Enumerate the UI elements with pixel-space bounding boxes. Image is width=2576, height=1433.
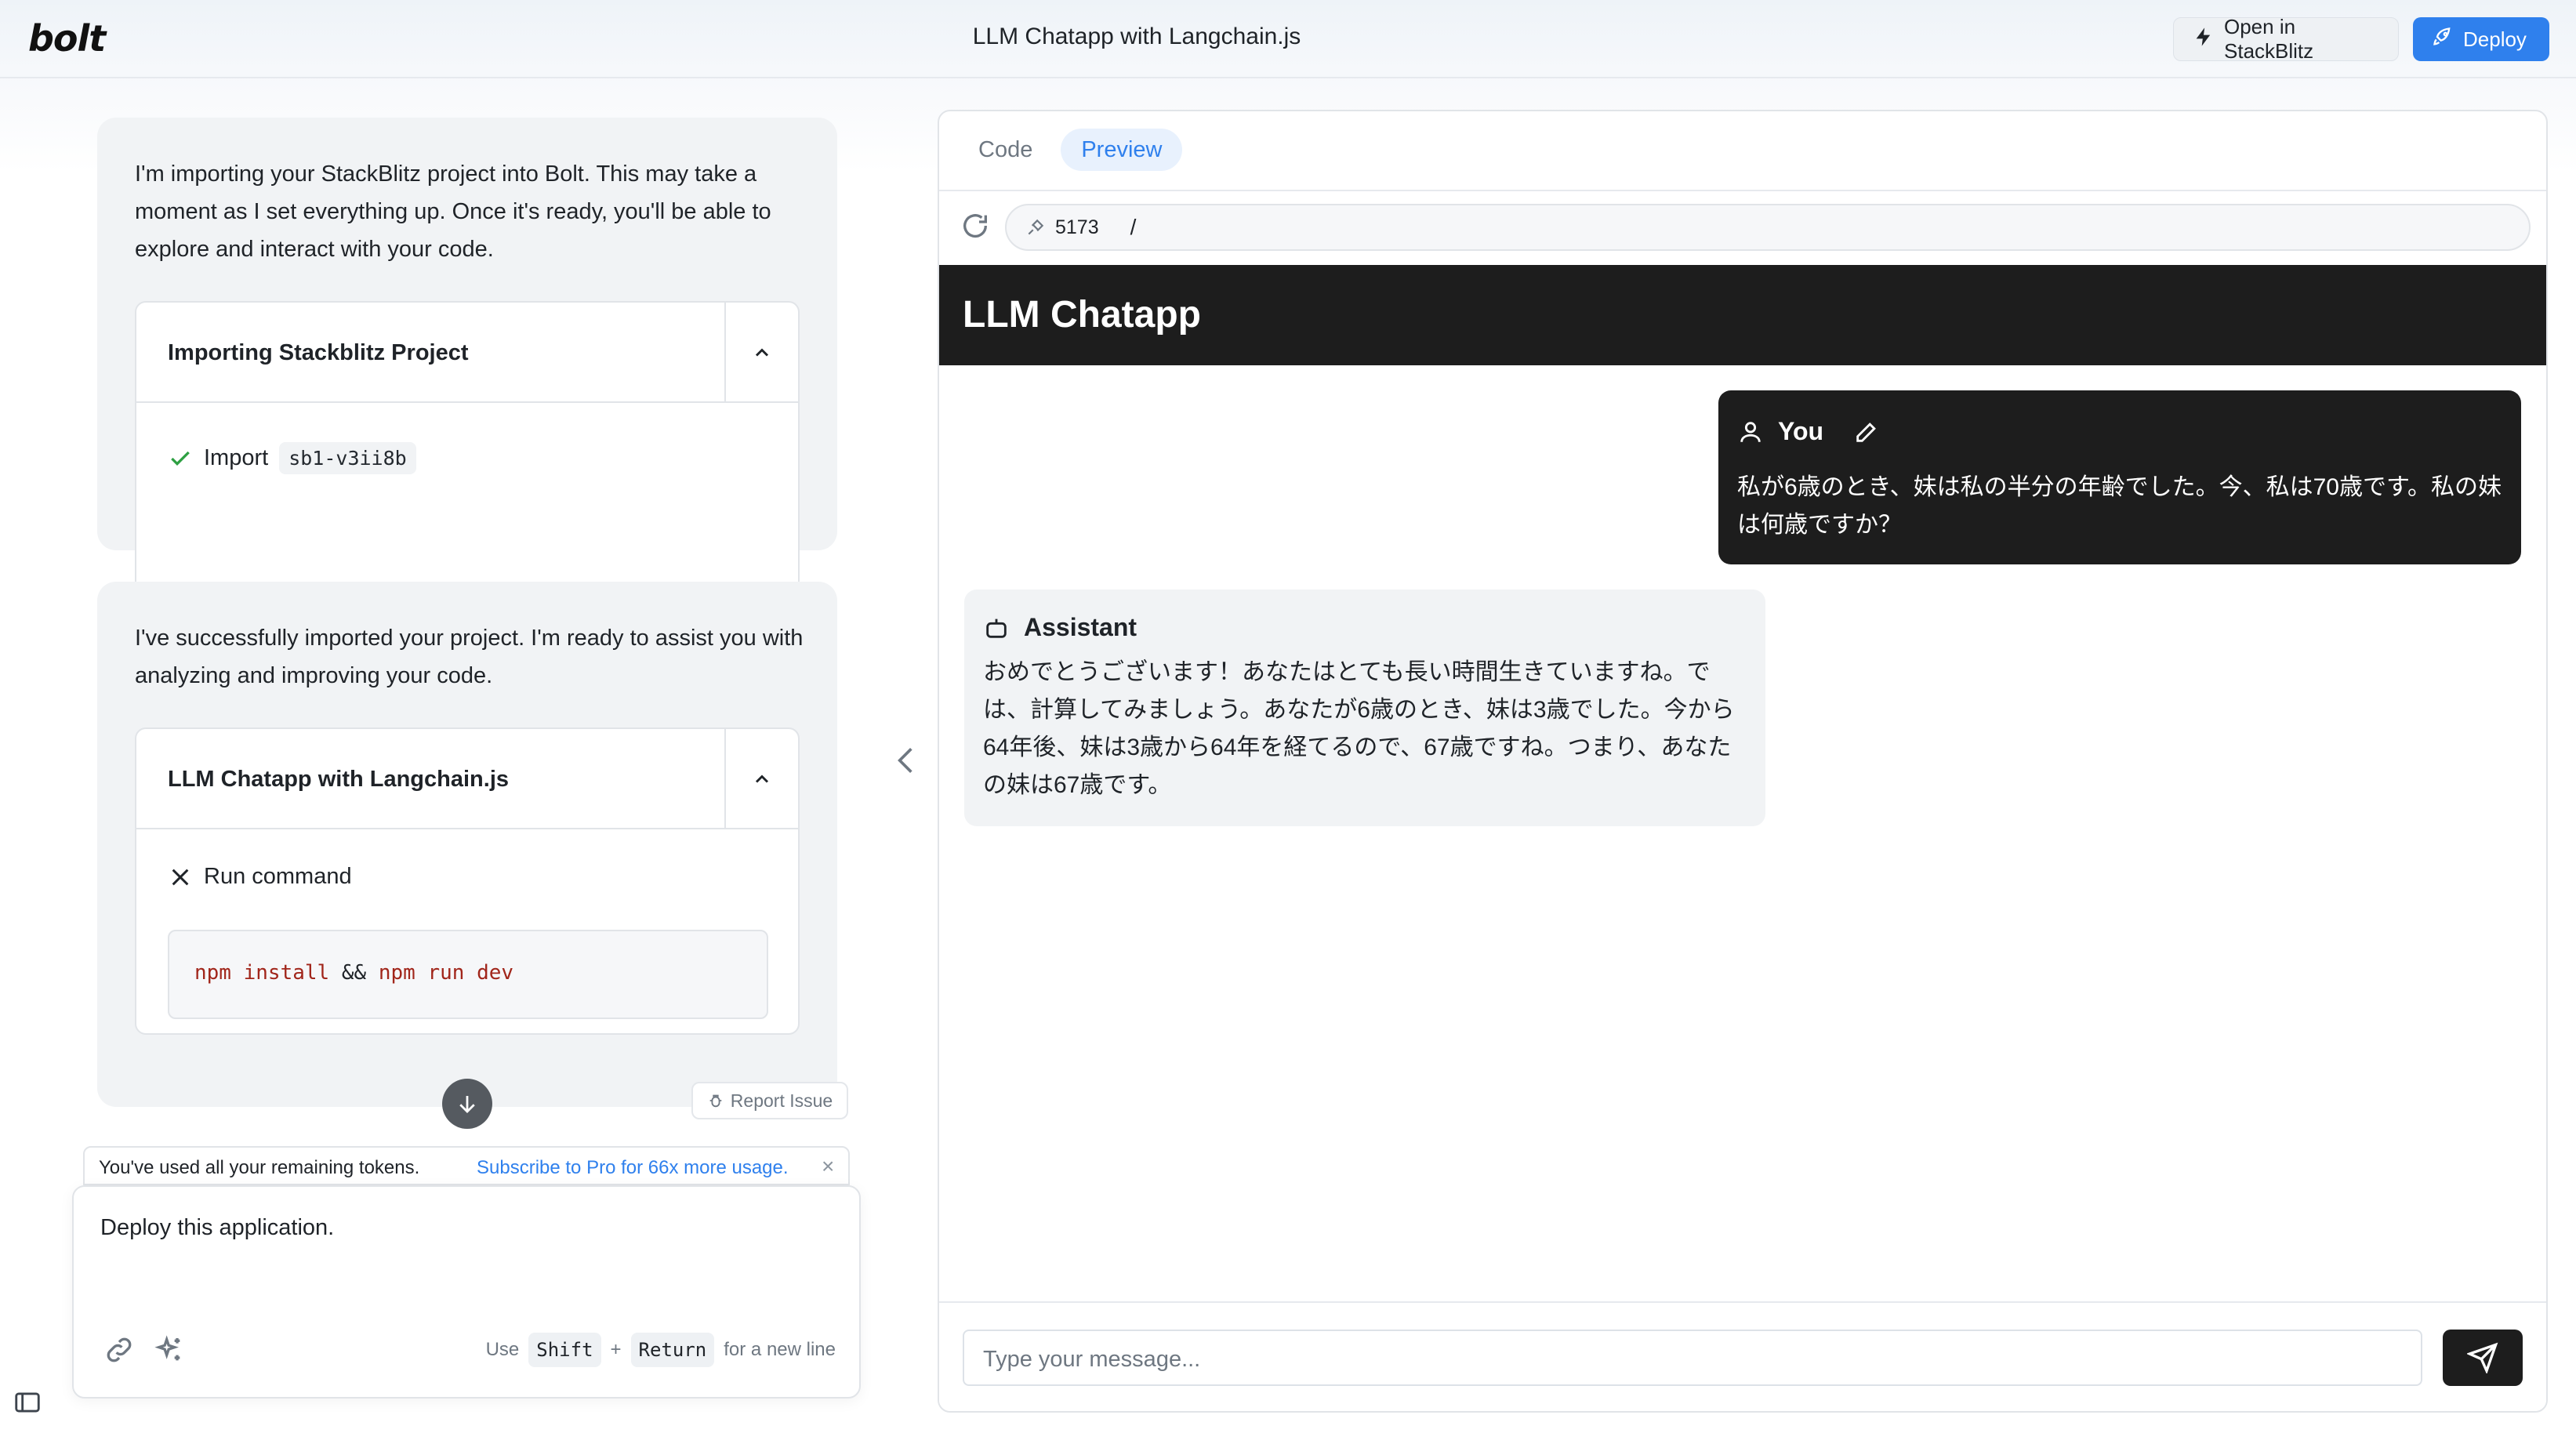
preview-address-bar[interactable]: 5173 / [1005,204,2531,251]
subscribe-link[interactable]: Subscribe to Pro for 66x more usage. [477,1157,789,1179]
hint-plus: + [610,1339,622,1360]
preview-app-title: LLM Chatapp [963,294,1201,336]
artifact-box: Importing Stackblitz Project Import sb1-… [135,301,800,630]
command-token: run dev [427,961,514,985]
assistant-message-bubble: Assistant おめでとうございます！あなたはとても長い時間生きていますね。… [964,590,1765,826]
shift-key: Shift [528,1333,601,1367]
arrow-down-icon [459,1096,475,1113]
command-operator: && [341,961,367,985]
command-token: npm [194,961,231,985]
hint-use: Use [485,1339,520,1360]
open-in-stackblitz-label: Open in StackBlitz [2224,15,2314,63]
chevron-up-icon [755,348,769,357]
report-issue-label: Report Issue [730,1090,833,1111]
token-notice-text: You've used all your remaining tokens. [99,1157,420,1178]
preview-app-header: LLM Chatapp [939,265,2546,365]
deploy-button[interactable]: Deploy [2413,17,2549,61]
artifact-title: Importing Stackblitz Project [168,340,469,365]
return-key: Return [630,1333,715,1367]
workbench-tabs: Code Preview [958,129,1183,171]
app-preview: LLM Chatapp You 私が6歳のとき、妹は私の半分の年齢でした。今、私… [939,265,2546,1411]
assistant-label: Assistant [1024,613,1137,641]
preview-message-input[interactable]: Type your message... [963,1330,2422,1386]
prompt-input-value[interactable]: Deploy this application. [100,1215,334,1241]
port-number: 5173 [1055,216,1099,238]
scroll-to-bottom-button[interactable] [442,1079,492,1129]
command-block: npm install && npm run dev [168,930,768,1019]
artifact-box: LLM Chatapp with Langchain.js Run comman… [135,727,800,1035]
lightning-icon [2193,26,2215,53]
message-text: I'm importing your StackBlitz project in… [135,161,771,262]
dismiss-notice-icon[interactable]: × [822,1154,834,1179]
collapse-toggle[interactable] [724,729,798,829]
token-limit-notice: You've used all your remaining tokens. S… [83,1146,850,1185]
assistant-message-card: I've successfully imported your project.… [97,582,837,1107]
action-row: Import sb1-v3ii8b [168,442,416,474]
assistant-message-text: おめでとうございます！あなたはとても長い時間生きていますね。では、計算してみまし… [983,659,1735,798]
send-icon [2467,1342,2498,1373]
artifact-header[interactable]: LLM Chatapp with Langchain.js [136,729,798,829]
user-message-header: You [1737,417,1880,446]
tab-preview[interactable]: Preview [1061,129,1183,171]
assistant-message-header: Assistant [983,613,1137,642]
send-button[interactable] [2443,1330,2523,1386]
action-label: Import [204,445,269,470]
attach-link-icon[interactable] [103,1334,135,1370]
artifact-title: LLM Chatapp with Langchain.js [168,767,509,792]
report-issue-button[interactable]: Report Issue [691,1082,848,1119]
project-id-chip: sb1-v3ii8b [279,442,416,474]
chevron-up-icon [755,775,769,783]
top-header: bolt LLM Chatapp with Langchain.js Open … [0,0,2576,78]
port-plug-icon [1028,219,1044,235]
message-text: I've successfully imported your project.… [135,626,804,688]
deploy-label: Deploy [2463,27,2527,51]
prompt-input[interactable]: Deploy this application. Use Shift + Ret… [72,1185,861,1399]
chevron-left-icon[interactable] [892,743,919,778]
command-token: install [243,961,330,985]
edit-pencil-icon[interactable] [1853,419,1880,445]
check-icon [171,451,190,466]
workbench-panel: Code Preview 5173 / LLM Chatapp You 私が6歳… [938,110,2548,1413]
bug-icon [709,1094,722,1108]
bot-icon [986,619,1007,638]
hint-suffix: for a new line [724,1339,836,1360]
enhance-prompt-sparkle-icon[interactable] [154,1334,185,1370]
command-token: npm [378,961,415,985]
user-message-bubble: You 私が6歳のとき、妹は私の半分の年齢でした。今、私は70歳です。私の妹は何… [1718,390,2521,564]
artifact-header[interactable]: Importing Stackblitz Project [136,303,798,403]
user-message-text: 私が6歳のとき、妹は私の半分の年齢でした。今、私は70歳です。私の妹は何歳ですか… [1737,474,2502,538]
collapse-toggle[interactable] [724,303,798,403]
tab-code[interactable]: Code [958,129,1053,171]
input-toolbar [103,1334,185,1370]
action-label: Run command [204,864,352,889]
project-title: LLM Chatapp with Langchain.js [972,24,1301,49]
reload-icon[interactable] [960,210,991,241]
sidebar-toggle-icon[interactable] [13,1388,42,1417]
action-row: Run command [168,864,352,890]
user-label: You [1778,417,1824,445]
preview-input-row: Type your message... [939,1301,2546,1411]
user-icon [1740,421,1761,442]
newline-hint: Use Shift + Return for a new line [486,1333,836,1367]
close-icon [172,869,189,885]
assistant-message-card: I'm importing your StackBlitz project in… [97,118,837,630]
open-in-stackblitz-button[interactable]: Open in StackBlitz [2173,15,2399,63]
preview-address-row: 5173 / [939,191,2546,263]
url-path[interactable]: / [1130,215,1137,240]
rocket-icon [2432,26,2454,53]
